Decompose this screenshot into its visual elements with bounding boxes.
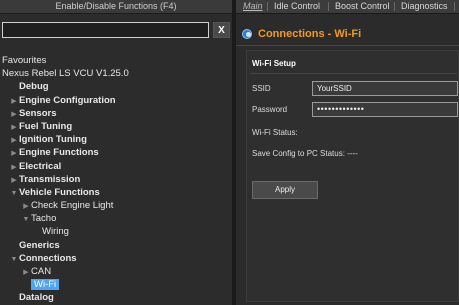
tree-item-sensors[interactable]: ▶ Sensors xyxy=(0,107,232,120)
tree-item-label: Engine Functions xyxy=(19,147,99,159)
tree-item-generics[interactable]: Generics xyxy=(0,239,232,252)
tree-item-label: Wi-Fi xyxy=(31,279,60,291)
tree-item-label: Debug xyxy=(19,81,49,93)
function-tree-panel: Enable/Disable Functions (F4) X Favourit… xyxy=(0,0,232,305)
ssid-field[interactable]: YourSSID xyxy=(312,81,458,96)
tree-item-wiring[interactable]: Wiring xyxy=(0,225,232,238)
tree-item-label: Electrical xyxy=(19,160,62,172)
wifi-setup-panel: Wi-Fi Setup SSID YourSSID Password •••••… xyxy=(246,50,459,302)
function-tree: Favourites Nexus Rebel LS VCU V1.25.0 Debu… xyxy=(0,54,232,305)
tree-item-label: Wiring xyxy=(42,226,69,238)
tree-item-label: Transmission xyxy=(19,173,81,185)
ssid-label: SSID xyxy=(252,84,271,93)
tab-separator xyxy=(394,2,395,11)
tree-item-tacho[interactable]: ▼ Tacho xyxy=(0,212,232,225)
connection-icon xyxy=(242,29,252,39)
clear-search-button[interactable]: X xyxy=(213,22,230,38)
tab-bar: Main Idle Control Boost Control Diagnost… xyxy=(236,0,459,14)
search-input[interactable] xyxy=(2,22,209,38)
tree-item-transmission[interactable]: ▶ Transmission xyxy=(0,173,232,186)
tree-item-label: Ignition Tuning xyxy=(19,134,87,146)
tab-idle-control[interactable]: Idle Control xyxy=(274,0,320,13)
tree-item-label: Generics xyxy=(19,239,60,251)
apply-button[interactable]: Apply xyxy=(252,181,318,199)
tree-item-fuel-tuning[interactable]: ▶ Fuel Tuning xyxy=(0,120,232,133)
tree-item-label: Nexus Rebel LS VCU V1.25.0 xyxy=(2,68,129,80)
section-heading: Wi-Fi Setup xyxy=(252,59,296,68)
tree-item-label: Favourites xyxy=(2,55,47,66)
section-divider xyxy=(250,73,457,74)
tree-item-check-engine-light[interactable]: ▶ Check Engine Light xyxy=(0,199,232,212)
enable-disable-functions-header[interactable]: Enable/Disable Functions (F4) xyxy=(0,0,232,14)
save-config-status: Save Config to PC Status: ---- xyxy=(252,149,358,158)
tree-item-favourites[interactable]: Favourites xyxy=(0,54,232,67)
password-field[interactable]: ••••••••••••• xyxy=(312,102,458,117)
tree-item-label: Connections xyxy=(19,252,77,264)
tab-separator xyxy=(454,2,455,11)
tree-item-label: Engine Configuration xyxy=(19,94,116,106)
tree-item-engine-configuration[interactable]: ▶ Engine Configuration xyxy=(0,94,232,107)
tree-item-label: CAN xyxy=(31,266,52,277)
tree-item-can[interactable]: ▶ CAN xyxy=(0,265,232,278)
tab-main[interactable]: Main xyxy=(243,0,263,13)
tree-item-engine-functions[interactable]: ▶ Engine Functions xyxy=(0,146,232,159)
wifi-status-label: Wi-Fi Status: xyxy=(252,128,298,137)
tab-diagnostics[interactable]: Diagnostics xyxy=(401,0,448,13)
tree-item-connections[interactable]: ▼ Connections xyxy=(0,252,232,265)
tree-item-ignition-tuning[interactable]: ▶ Ignition Tuning xyxy=(0,133,232,146)
settings-panel: Main Idle Control Boost Control Diagnost… xyxy=(236,0,459,305)
tree-item-wi-fi[interactable]: Wi-Fi xyxy=(0,278,232,291)
tree-item-debug[interactable]: Debug xyxy=(0,80,232,93)
tree-item-vehicle-functions[interactable]: ▼ Vehicle Functions xyxy=(0,186,232,199)
tree-item-label: Check Engine Light xyxy=(31,200,114,212)
panel-title-row: Connections - Wi-Fi xyxy=(236,23,459,46)
search-row: X xyxy=(2,22,230,40)
tree-item-label: Vehicle Functions xyxy=(19,186,100,198)
tree-item-datalog[interactable]: Datalog xyxy=(0,291,232,304)
tree-item-nexus-rebel-ls-vcu-v1-25-0[interactable]: Nexus Rebel LS VCU V1.25.0 xyxy=(0,67,232,80)
tab-boost-control[interactable]: Boost Control xyxy=(335,0,390,13)
tree-item-label: Fuel Tuning xyxy=(19,120,73,132)
password-label: Password xyxy=(252,105,288,114)
page-title: Connections - Wi-Fi xyxy=(258,28,362,40)
tree-item-electrical[interactable]: ▶ Electrical xyxy=(0,160,232,173)
tree-item-label: Datalog xyxy=(19,292,54,304)
tab-separator xyxy=(267,2,268,11)
tree-item-label: Sensors xyxy=(19,107,57,119)
tree-item-label: Tacho xyxy=(31,213,57,225)
tab-separator xyxy=(328,2,329,11)
